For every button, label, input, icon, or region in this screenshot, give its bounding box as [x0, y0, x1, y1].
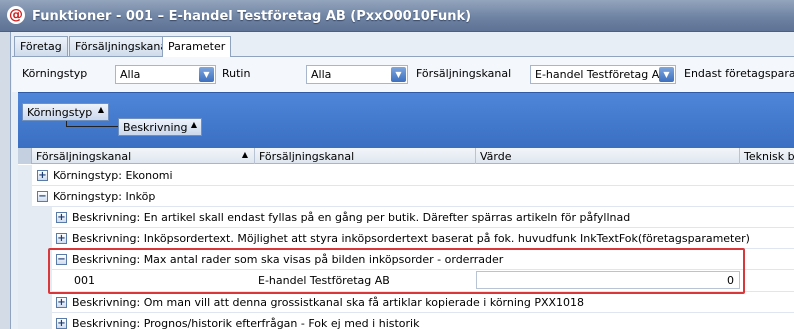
subgroup-row-label: Beskrivning: Inköpsordertext. Möjlighet …	[72, 232, 750, 245]
data-row[interactable]: 001 E-handel Testföretag AB 0	[18, 270, 794, 292]
column-label: Försäljningskanal	[36, 150, 132, 163]
endast-label: Endast företagsparamet	[684, 67, 794, 80]
row-indent	[18, 228, 52, 249]
group-by-panel: Körningstyp ▲ Beskrivning ▲	[18, 92, 794, 148]
column-header-forsaljningskanal[interactable]: Försäljningskanal ▲	[32, 148, 255, 164]
subgroup-row-label: Beskrivning: Om man vill att denna gross…	[72, 296, 585, 309]
expand-icon[interactable]: +	[37, 170, 48, 181]
column-label: Försäljningskanal	[259, 150, 355, 163]
group-korningstyp[interactable]: Körningstyp ▲	[22, 103, 109, 121]
group-beskrivning[interactable]: Beskrivning ▲	[118, 118, 202, 136]
kanal-label: Försäljningskanal	[416, 67, 512, 80]
parameter-grid: Försäljningskanal ▲ Försäljningskanal Vä…	[18, 148, 794, 329]
tab-parameter[interactable]: Parameter	[162, 36, 232, 57]
sort-up-icon: ▲	[190, 120, 197, 129]
subgroup-row[interactable]: + Beskrivning: Inköpsordertext. Möjlighe…	[18, 228, 794, 249]
subgroup-row-label: Beskrivning: En artikel skall endast fyl…	[72, 211, 631, 224]
group-beskrivning-label: Beskrivning	[123, 121, 188, 134]
sort-up-icon: ▲	[241, 150, 248, 159]
subgroup-row-label: Beskrivning: Max antal rader som ska vis…	[72, 253, 504, 266]
row-indent	[18, 207, 52, 228]
kanal-select[interactable]: E-handel Testföretag AB ▼	[530, 65, 676, 84]
chevron-down-icon[interactable]: ▼	[391, 67, 406, 82]
row-indent	[18, 313, 52, 329]
rutin-label: Rutin	[222, 67, 251, 80]
chevron-down-icon[interactable]: ▼	[199, 67, 214, 82]
row-indent	[18, 165, 32, 186]
row-indent	[18, 270, 52, 292]
subgroup-row[interactable]: + Beskrivning: En artikel skall endast f…	[18, 207, 794, 228]
group-connector	[66, 121, 118, 127]
rutin-select[interactable]: Alla ▼	[306, 65, 408, 84]
filter-bar: Körningstyp Alla ▼ Rutin Alla ▼ Försäljn…	[12, 56, 794, 92]
window-title: Funktioner - 001 – E-handel Testföretag …	[32, 9, 472, 24]
subgroup-row[interactable]: + Beskrivning: Prognos/historik efterfrå…	[18, 313, 794, 329]
group-row-inkop[interactable]: − Körningstyp: Inköp	[18, 186, 794, 207]
column-label: Teknisk be	[744, 150, 794, 163]
korningstyp-label: Körningstyp	[22, 67, 88, 80]
sort-up-icon: ▲	[97, 105, 104, 114]
subgroup-row[interactable]: + Beskrivning: Om man vill att denna gro…	[18, 292, 794, 313]
title-bar: @ Funktioner - 001 – E-handel Testföreta…	[0, 0, 794, 32]
column-label: Värde	[480, 150, 512, 163]
expand-icon[interactable]: +	[56, 212, 67, 223]
app-logo-icon: @	[7, 6, 25, 24]
group-row-label: Körningstyp: Inköp	[53, 190, 156, 203]
group-row-label: Körningstyp: Ekonomi	[53, 169, 173, 182]
subgroup-row-expanded[interactable]: − Beskrivning: Max antal rader som ska v…	[18, 249, 794, 270]
expand-icon[interactable]: +	[56, 297, 67, 308]
header-indent	[18, 148, 32, 164]
expand-icon[interactable]: +	[56, 318, 67, 329]
korningstyp-value: Alla	[120, 68, 141, 81]
group-korningstyp-label: Körningstyp	[27, 106, 93, 119]
row-indent	[18, 292, 52, 313]
value-input[interactable]: 0	[476, 271, 740, 289]
expand-icon[interactable]: +	[56, 233, 67, 244]
kanal-value: E-handel Testföretag AB	[535, 68, 667, 81]
cell-kanal-name: E-handel Testföretag AB	[258, 274, 390, 287]
row-indent	[18, 249, 52, 270]
cell-code: 001	[74, 274, 95, 287]
tab-forsaljningskanal[interactable]: Försäljningskanal	[69, 36, 177, 56]
grid-header: Försäljningskanal ▲ Försäljningskanal Vä…	[18, 148, 794, 164]
rutin-value: Alla	[311, 68, 332, 81]
subgroup-row-label: Beskrivning: Prognos/historik efterfråga…	[72, 317, 420, 329]
column-header-varde[interactable]: Värde	[476, 148, 740, 164]
korningstyp-select[interactable]: Alla ▼	[115, 65, 216, 84]
group-row-ekonomi[interactable]: + Körningstyp: Ekonomi	[18, 165, 794, 186]
tab-foretag[interactable]: Företag	[14, 36, 68, 56]
column-header-forsaljningskanal-2[interactable]: Försäljningskanal	[255, 148, 476, 164]
column-header-teknisk[interactable]: Teknisk be	[740, 148, 794, 164]
row-indent	[18, 186, 32, 207]
collapse-icon[interactable]: −	[37, 191, 48, 202]
chevron-down-icon[interactable]: ▼	[659, 67, 674, 82]
collapse-icon[interactable]: −	[56, 254, 67, 265]
